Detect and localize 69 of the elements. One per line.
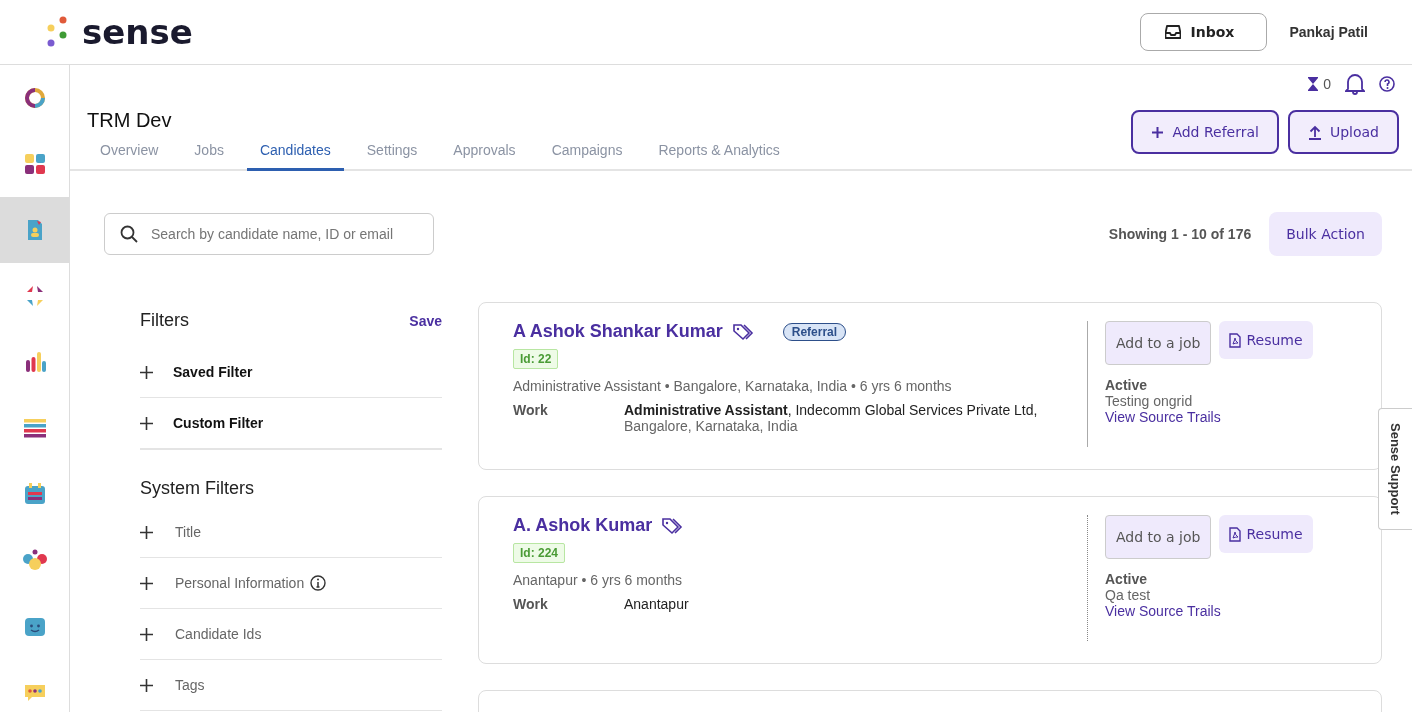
work-location: Bangalore, Karnataka, India — [624, 418, 799, 434]
referral-badge: Referral — [782, 322, 847, 341]
list-icon — [23, 419, 46, 438]
candidate-summary: Administrative Assistant • Bangalore, Karnataka, India • 6 yrs 6 months — [513, 378, 953, 394]
work-label: Work — [513, 596, 549, 612]
candidate-name[interactable]: A Ashok Shankar Kumar — [513, 321, 723, 342]
inbox-button[interactable]: Inbox — [1139, 13, 1268, 51]
filter-item[interactable]: Title — [175, 524, 201, 540]
upload-button[interactable]: Upload — [1287, 110, 1399, 154]
calendar-icon — [24, 483, 45, 504]
plus-icon[interactable] — [140, 627, 153, 641]
plus-icon[interactable] — [140, 365, 153, 379]
results-count: Showing 1 - 10 of 176 — [1108, 226, 1252, 242]
view-source-trails-link[interactable]: View Source Trails — [1105, 409, 1381, 425]
inbox-icon — [1164, 25, 1181, 39]
candidate-name[interactable]: A. Ashok Kumar — [513, 515, 653, 536]
filter-group[interactable]: Custom Filter — [173, 415, 264, 431]
search-field[interactable]: Search by candidate name, ID or email — [104, 213, 434, 255]
work-detail: Anantapur — [624, 596, 689, 612]
filter-item[interactable]: Tags — [175, 677, 205, 693]
system-filters-heading: System Filters — [140, 478, 255, 499]
plus-icon[interactable] — [140, 678, 153, 692]
add-to-job-button[interactable]: Add to a job — [1105, 515, 1212, 559]
candidate-id: Id: 22 — [513, 349, 559, 369]
plus-icon[interactable] — [140, 416, 153, 430]
filter-item[interactable]: Personal Information — [175, 575, 305, 591]
bulk-action-button[interactable]: Bulk Action — [1269, 212, 1382, 256]
work-label: Work — [513, 402, 549, 420]
search-icon — [120, 225, 138, 243]
candidate-id: Id: 224 — [513, 543, 565, 563]
plus-icon — [1151, 125, 1165, 139]
tag-icon[interactable] — [662, 516, 685, 535]
pdf-icon — [1229, 526, 1242, 542]
user-name[interactable]: Pankaj Patil — [1289, 24, 1368, 40]
document-icon — [27, 220, 42, 240]
pdf-icon — [1229, 332, 1242, 348]
candidate-status: Active — [1105, 571, 1149, 587]
candidate-note: Qa test — [1105, 587, 1152, 603]
view-source-trails-link[interactable]: View Source Trails — [1105, 603, 1381, 619]
hourglass-icon — [1307, 76, 1320, 92]
info-icon — [310, 575, 327, 591]
tab[interactable]: Candidates — [246, 142, 344, 171]
tag-icon[interactable] — [732, 322, 755, 341]
help-icon[interactable] — [1379, 76, 1395, 92]
plus-icon[interactable] — [140, 576, 153, 590]
filters-heading: Filters — [140, 310, 189, 331]
grid-icon — [24, 154, 45, 174]
page-title: TRM Dev — [87, 109, 173, 132]
pending-count: 0 — [1323, 76, 1331, 92]
robot-icon — [24, 618, 45, 636]
resume-button[interactable]: Resume — [1219, 321, 1313, 359]
resume-button[interactable]: Resume — [1219, 515, 1313, 553]
plus-icon[interactable] — [140, 525, 153, 539]
bar-chart-icon — [25, 352, 46, 372]
filter-group[interactable]: Saved Filter — [173, 364, 253, 380]
bell-icon[interactable] — [1345, 73, 1365, 95]
work-detail: Administrative Assistant, Indecomm Global Services Private Ltd, — [624, 402, 1038, 418]
logo-text: sense — [82, 12, 193, 52]
save-link[interactable]: Save — [409, 312, 442, 329]
candidate-note: Testing ongrid — [1105, 393, 1194, 409]
chat-icon — [24, 685, 45, 701]
ring-icon — [24, 88, 45, 108]
support-tab[interactable]: Sense Support — [1378, 408, 1412, 530]
candidate-status: Active — [1105, 377, 1149, 393]
candidate-summary: Anantapur • 6 yrs 6 months — [513, 572, 684, 588]
filter-item[interactable]: Candidate Ids — [175, 626, 262, 642]
add-to-job-button[interactable]: Add to a job — [1105, 321, 1212, 365]
add-referral-button[interactable]: Add Referral — [1131, 110, 1279, 154]
upload-icon — [1307, 124, 1322, 140]
